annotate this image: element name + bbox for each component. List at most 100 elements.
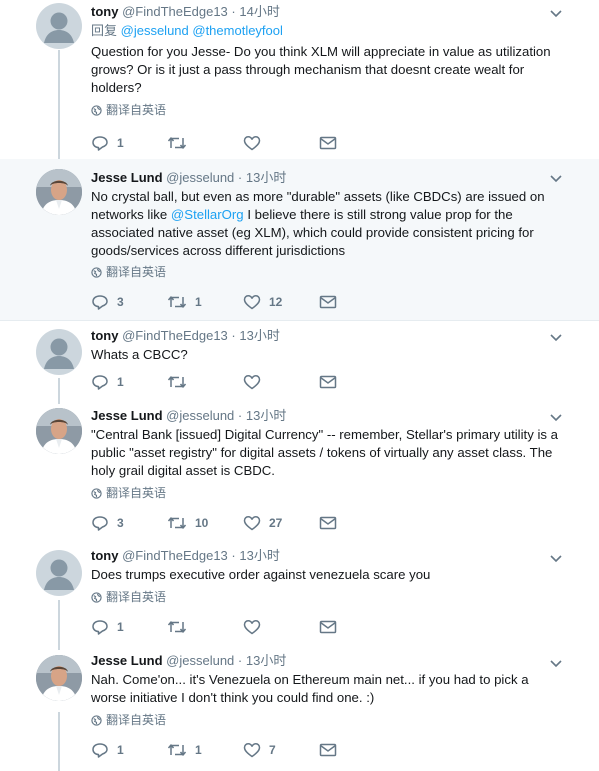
- display-name[interactable]: Jesse Lund: [91, 170, 163, 185]
- tweet-text: Whats a CBCC?: [91, 347, 188, 362]
- globe-icon: [91, 104, 102, 116]
- translate-link[interactable]: 翻译自英语: [91, 264, 565, 280]
- retweet-button[interactable]: [167, 373, 243, 391]
- timestamp[interactable]: 13小时: [246, 653, 286, 668]
- direct-message-button[interactable]: [319, 741, 395, 759]
- replying-to: 回复 @jesselund @themotleyfool: [91, 22, 565, 40]
- reply-count: 3: [117, 516, 124, 530]
- profile-photo-icon: [36, 169, 82, 215]
- avatar[interactable]: [36, 329, 82, 375]
- retweet-button[interactable]: [167, 134, 243, 152]
- tweet-header: Jesse Lund @jesselund · 13小时: [91, 169, 565, 187]
- globe-icon: [91, 266, 102, 278]
- tweet[interactable]: Jesse Lund @jesselund · 13小时 "Central Ba…: [0, 398, 599, 541]
- display-name[interactable]: tony: [91, 328, 118, 343]
- caret-down-icon[interactable]: [549, 173, 563, 183]
- tweet-header: tony @FindTheEdge13 · 13小时: [91, 327, 565, 345]
- caret-down-icon[interactable]: [549, 412, 563, 422]
- tweet-text: Does trumps executive order against vene…: [91, 567, 431, 582]
- like-count: 7: [269, 743, 276, 757]
- translate-link[interactable]: 翻译自英语: [91, 712, 565, 728]
- tweet[interactable]: Jesse Lund @jesselund · 13小时 Nah. Come'o…: [0, 646, 599, 771]
- tweet[interactable]: tony @FindTheEdge13 · 13小时 Whats a CBCC?…: [0, 321, 599, 398]
- translate-label: 翻译自英语: [106, 486, 167, 500]
- like-icon: [243, 743, 261, 758]
- translate-link[interactable]: 翻译自英语: [91, 102, 565, 118]
- direct-message-button[interactable]: [319, 514, 395, 532]
- like-button[interactable]: 27: [243, 514, 319, 532]
- timestamp[interactable]: 13小时: [239, 548, 279, 563]
- retweet-button[interactable]: 1: [167, 293, 243, 311]
- username[interactable]: @jesselund: [166, 408, 234, 423]
- display-name[interactable]: tony: [91, 4, 118, 19]
- username[interactable]: @FindTheEdge13: [122, 548, 228, 563]
- like-icon: [243, 516, 261, 531]
- username[interactable]: @jesselund: [166, 170, 234, 185]
- tweet-highlighted[interactable]: Jesse Lund @jesselund · 13小时 No crystal …: [0, 159, 599, 320]
- reply-button[interactable]: 1: [91, 134, 167, 152]
- reply-button[interactable]: 1: [91, 373, 167, 391]
- retweet-button[interactable]: 10: [167, 514, 243, 532]
- retweet-icon: [167, 621, 187, 633]
- timestamp[interactable]: 13小时: [246, 408, 286, 423]
- retweet-button[interactable]: [167, 618, 243, 636]
- caret-down-icon[interactable]: [549, 8, 563, 18]
- globe-icon: [91, 487, 102, 499]
- caret-down-icon[interactable]: [549, 332, 563, 342]
- timestamp[interactable]: 13小时: [246, 170, 286, 185]
- avatar[interactable]: [36, 169, 82, 215]
- profile-photo-icon: [36, 655, 82, 701]
- direct-message-button[interactable]: [319, 134, 395, 152]
- display-name[interactable]: Jesse Lund: [91, 653, 163, 668]
- globe-icon: [91, 714, 102, 726]
- tweet-actions: 1: [91, 134, 395, 152]
- tweet-actions: 1 1 7: [91, 741, 395, 759]
- display-name[interactable]: tony: [91, 548, 118, 563]
- like-icon: [243, 375, 261, 390]
- direct-message-button[interactable]: [319, 293, 395, 311]
- reply-button[interactable]: 1: [91, 618, 167, 636]
- profile-photo-icon: [36, 408, 82, 454]
- tweet-actions: 1: [91, 618, 395, 636]
- reply-mentions-link[interactable]: @jesselund @themotleyfool: [121, 23, 283, 38]
- username[interactable]: @jesselund: [166, 653, 234, 668]
- tweet[interactable]: tony @FindTheEdge13 · 13小时 Does trumps e…: [0, 541, 599, 646]
- reply-button[interactable]: 1: [91, 741, 167, 759]
- caret-down-icon[interactable]: [549, 658, 563, 668]
- retweet-button[interactable]: 1: [167, 741, 243, 759]
- like-button[interactable]: 7: [243, 741, 319, 759]
- tweet[interactable]: tony @FindTheEdge13 · 14小时 回复 @jesselund…: [0, 0, 599, 159]
- avatar[interactable]: [36, 3, 82, 49]
- message-icon: [319, 375, 337, 389]
- retweet-icon: [167, 376, 187, 388]
- reply-button[interactable]: 3: [91, 514, 167, 532]
- timestamp[interactable]: 14小时: [239, 4, 279, 19]
- username[interactable]: @FindTheEdge13: [122, 328, 228, 343]
- like-button[interactable]: 12: [243, 293, 319, 311]
- reply-icon: [92, 375, 108, 390]
- tweet-actions: 3 10 27: [91, 514, 395, 532]
- reply-icon: [92, 516, 108, 531]
- mention-link[interactable]: @StellarOrg: [171, 207, 244, 222]
- translate-link[interactable]: 翻译自英语: [91, 589, 565, 605]
- avatar[interactable]: [36, 655, 82, 701]
- like-button[interactable]: [243, 618, 319, 636]
- retweet-count: 1: [195, 743, 202, 757]
- avatar[interactable]: [36, 550, 82, 596]
- username[interactable]: @FindTheEdge13: [122, 4, 228, 19]
- display-name[interactable]: Jesse Lund: [91, 408, 163, 423]
- like-button[interactable]: [243, 373, 319, 391]
- reply-button[interactable]: 3: [91, 293, 167, 311]
- like-button[interactable]: [243, 134, 319, 152]
- message-icon: [319, 743, 337, 757]
- avatar[interactable]: [36, 408, 82, 454]
- direct-message-button[interactable]: [319, 618, 395, 636]
- timestamp[interactable]: 13小时: [239, 328, 279, 343]
- caret-down-icon[interactable]: [549, 553, 563, 563]
- reply-label: 回复: [91, 23, 118, 38]
- globe-icon: [91, 591, 102, 603]
- retweet-icon: [167, 744, 187, 756]
- direct-message-button[interactable]: [319, 373, 395, 391]
- tweet-text: "Central Bank [issued] Digital Currency"…: [91, 427, 558, 478]
- translate-link[interactable]: 翻译自英语: [91, 485, 565, 501]
